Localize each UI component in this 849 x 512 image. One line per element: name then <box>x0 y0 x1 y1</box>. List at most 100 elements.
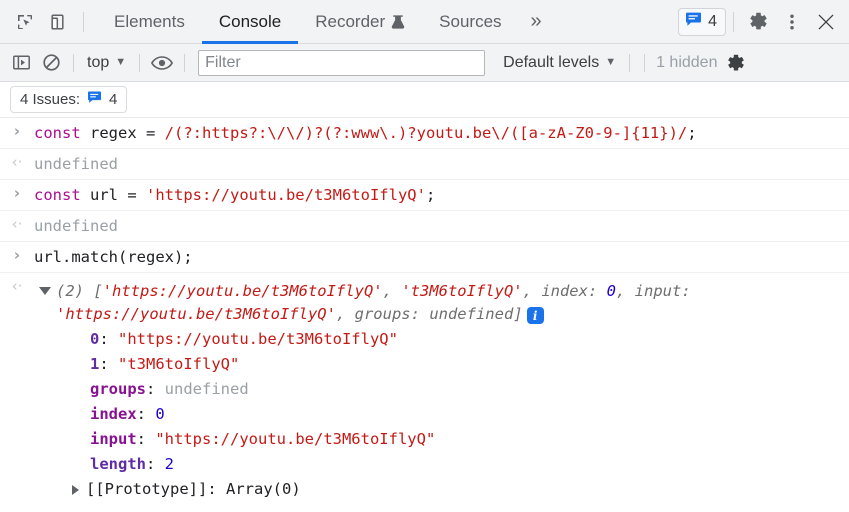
clear-console-icon[interactable] <box>36 48 66 78</box>
property-row[interactable]: groups: undefined <box>90 377 841 402</box>
expand-toggle[interactable] <box>34 280 56 296</box>
result-marker: ‹· <box>0 276 34 295</box>
console-input-row[interactable]: › url.match(regex); <box>0 242 849 274</box>
chevron-right-icon[interactable] <box>72 485 79 496</box>
code-token: undefined <box>34 217 118 236</box>
eye-icon[interactable] <box>147 48 177 78</box>
row-content: undefined <box>34 152 849 176</box>
execution-context-selector[interactable]: top ▼ <box>81 54 132 72</box>
prototype-content: [[Prototype]]: Array(0) <box>86 477 301 502</box>
preview-token: , <box>616 282 635 301</box>
tab-console[interactable]: Console <box>201 0 299 44</box>
property-separator: : <box>146 379 165 398</box>
input-arrow-icon: › <box>13 246 21 265</box>
toolbar-divider-1 <box>73 53 74 72</box>
tab-recorder[interactable]: Recorder <box>298 0 422 44</box>
preview-token: 'https://youtu.be/t3M6toIflyQ' <box>102 282 383 301</box>
console-toolbar: top ▼ Default levels ▼ 1 hidden <box>0 44 849 82</box>
hidden-messages-count: 1 hidden <box>656 53 718 71</box>
property-value: "t3M6toIflyQ" <box>118 354 240 373</box>
property-value: "https://youtu.be/t3M6toIflyQ" <box>155 430 436 449</box>
array-preview: (2) ['https://youtu.be/t3M6toIflyQ', 't3… <box>56 280 841 327</box>
filter-input[interactable] <box>198 49 486 76</box>
row-marker: › <box>0 183 34 202</box>
input-arrow-icon: › <box>13 122 21 140</box>
property-value: "https://youtu.be/t3M6toIflyQ" <box>118 329 398 348</box>
tab-sources[interactable]: Sources <box>422 0 518 44</box>
prototype-separator: : <box>207 480 226 499</box>
close-icon[interactable] <box>809 5 843 39</box>
property-separator: : <box>99 329 119 348</box>
row-content: url.match(regex); <box>34 245 849 269</box>
prototype-row[interactable]: [[Prototype]]: Array(0) <box>34 477 841 502</box>
code-token: ; <box>425 186 436 205</box>
code-token: const <box>34 186 81 205</box>
preview-token: : <box>410 305 430 324</box>
code-token: 'https://youtu.be/t3M6toIflyQ' <box>146 186 426 205</box>
header-divider <box>83 11 84 32</box>
tab-elements-label: Elements <box>114 11 185 31</box>
kebab-menu-icon[interactable] <box>775 5 809 39</box>
property-separator: : <box>99 354 119 373</box>
gear-icon[interactable] <box>741 5 775 39</box>
property-key: input <box>90 430 137 449</box>
tab-sources-label: Sources <box>439 11 502 31</box>
issues-summary-button[interactable]: 4 Issues: 4 <box>10 86 128 113</box>
code-token: ; <box>687 124 697 142</box>
input-arrow-icon: › <box>13 184 21 203</box>
info-badge-icon[interactable]: i <box>526 307 544 325</box>
preview-token: , <box>335 305 355 324</box>
inspect-element-icon[interactable] <box>8 5 42 39</box>
console-input-row[interactable]: › const regex = /(?:https?:\/\/)?(?:www\.… <box>0 118 849 150</box>
device-toolbar-icon[interactable] <box>42 5 76 39</box>
flask-icon <box>391 14 405 30</box>
header-right-divider <box>733 11 734 32</box>
code-token: const <box>34 124 81 142</box>
property-value: 2 <box>164 455 175 474</box>
console-result-row[interactable]: ‹· (2) ['https://youtu.be/t3M6toIflyQ', … <box>0 273 849 505</box>
property-row[interactable]: input: "https://youtu.be/t3M6toIflyQ" <box>90 427 841 452</box>
tab-elements[interactable]: Elements <box>97 0 202 44</box>
property-key: 0 <box>90 329 100 348</box>
property-row[interactable]: 1: "t3M6toIflyQ" <box>90 352 841 377</box>
console-message-list[interactable]: › const regex = /(?:https?:\/\/)?(?:www\.… <box>0 118 849 512</box>
property-row[interactable]: 0: "https://youtu.be/t3M6toIflyQ" <box>90 327 841 352</box>
result-preview-row: (2) ['https://youtu.be/t3M6toIflyQ', 't3… <box>34 276 841 327</box>
issues-bar: 4 Issues: 4 <box>0 82 849 118</box>
header-right-actions: 4 <box>678 5 849 39</box>
log-levels-selector[interactable]: Default levels ▼ <box>497 54 622 72</box>
chevron-down-icon: ▼ <box>605 56 617 68</box>
preview-token: : <box>587 282 607 301</box>
console-output-row[interactable]: ‹· undefined <box>0 211 849 243</box>
property-row[interactable]: length: 2 <box>90 452 841 477</box>
issues-bar-count: 4 <box>109 91 118 108</box>
property-separator: : <box>146 455 165 474</box>
preview-token: (2) <box>56 282 94 301</box>
preview-token: 't3M6toIflyQ' <box>401 282 523 301</box>
row-content: const regex = /(?:https?:\/\/)?(?:www\.)… <box>34 121 849 145</box>
console-settings-gear-icon[interactable] <box>721 48 751 78</box>
console-input-row[interactable]: › const url = 'https://youtu.be/t3M6toIfl… <box>0 180 849 212</box>
devtools-header: Elements Console Recorder Sources » 4 <box>0 0 849 44</box>
issues-indicator-button[interactable]: 4 <box>678 7 726 36</box>
preview-token: , <box>522 282 542 301</box>
code-token: url = <box>80 186 146 205</box>
output-arrow-icon: ‹· <box>11 153 23 172</box>
property-value: 0 <box>155 404 165 423</box>
code-token: /(?:https?:\/\/)?(?:www\.)?youtu.be\/([a… <box>164 124 688 142</box>
property-key: 1 <box>90 354 100 373</box>
property-key: length <box>90 455 146 474</box>
chevron-down-icon[interactable] <box>39 287 51 296</box>
result-content: (2) ['https://youtu.be/t3M6toIflyQ', 't3… <box>34 276 849 502</box>
row-content: const url = 'https://youtu.be/t3M6toIfly… <box>34 183 849 207</box>
preview-token: : <box>681 282 691 301</box>
property-row[interactable]: index: 0 <box>90 402 841 427</box>
prototype-value: Array(0) <box>226 480 301 499</box>
toolbar-divider-4 <box>629 53 631 72</box>
console-output-row[interactable]: ‹· undefined <box>0 149 849 181</box>
devtools-window: Elements Console Recorder Sources » 4 to… <box>0 0 849 512</box>
more-tabs-icon[interactable]: » <box>519 0 554 44</box>
console-sidebar-toggle-icon[interactable] <box>6 48 36 78</box>
code-token: regex = <box>80 124 165 142</box>
console-entries: › const regex = /(?:https?:\/\/)?(?:www\.… <box>0 118 849 274</box>
